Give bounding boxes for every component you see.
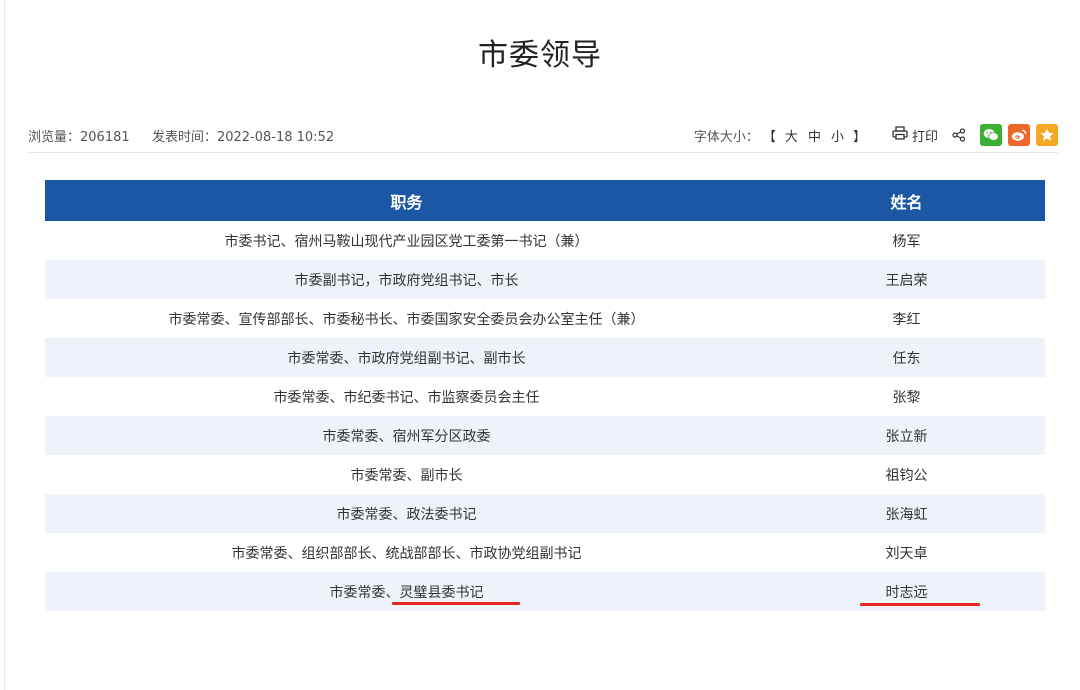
views-label: 浏览量：	[28, 130, 81, 145]
table-row: 市委书记、宿州马鞍山现代产业园区党工委第一书记（兼） 杨军	[45, 221, 1045, 260]
font-size-small[interactable]: 小	[831, 126, 844, 145]
article-tools: 字体大小： 【 大 中 小 】 打印	[694, 122, 1058, 148]
table-row: 市委常委、宣传部部长、市委秘书长、市委国家安全委员会办公室主任（兼） 李红	[45, 299, 1045, 338]
font-size-label: 字体大小：	[693, 129, 759, 145]
table-row: 市委常委、市纪委书记、市监察委员会主任 张黎	[45, 377, 1045, 416]
cell-position: 市委书记、宿州马鞍山现代产业园区党工委第一书记（兼）	[224, 233, 589, 250]
cell-name: 张海虹	[768, 494, 1045, 533]
cell-position: 市委常委、灵璧县委书记	[45, 572, 769, 611]
cell-name: 张立新	[768, 416, 1045, 455]
views-count: 206181	[80, 130, 130, 145]
cell-position: 市委常委、组织部部长、统战部部长、市政协党组副书记	[231, 545, 582, 562]
highlight-underline-position	[392, 602, 520, 605]
weibo-icon[interactable]	[1008, 124, 1030, 146]
cell-name: 祖钧公	[885, 467, 928, 484]
font-size-large[interactable]: 大	[785, 126, 798, 145]
cell-position: 市委常委、宣传部部长、市委秘书长、市委国家安全委员会办公室主任（兼）	[168, 311, 645, 328]
share-icon[interactable]	[952, 128, 966, 142]
cell-position: 市委常委、市政府党组副书记、副市长	[45, 338, 769, 377]
bracket-open: 【	[762, 129, 776, 145]
table-row: 市委常委、宿州军分区政委 张立新	[45, 416, 1045, 455]
cell-name: 刘天卓	[885, 545, 928, 562]
print-label: 打印	[911, 129, 938, 145]
cell-name: 李红	[892, 311, 921, 328]
wechat-icon[interactable]	[980, 124, 1002, 146]
font-size-control: 字体大小： 【 大 中 小 】	[694, 126, 870, 145]
table-row: 市委常委、副市长 祖钧公	[45, 455, 1045, 494]
font-size-medium[interactable]: 中	[808, 126, 821, 145]
article-meta-bar: 浏览量：206181 发表时间：2022-08-18 10:52 字体大小： 【…	[28, 122, 1058, 153]
page-border	[4, 0, 5, 690]
page-title: 市委领导	[478, 38, 602, 73]
table-row: 市委常委、市政府党组副书记、副市长 任东	[45, 338, 1045, 377]
bracket-close: 】	[852, 129, 866, 145]
cell-position: 市委常委、宿州军分区政委	[45, 416, 769, 455]
highlight-underline-name	[860, 603, 980, 606]
table-row: 市委副书记，市政府党组书记、市长 王启荣	[45, 260, 1045, 299]
table-row: 市委常委、组织部部长、统战部部长、市政协党组副书记 刘天卓	[45, 533, 1045, 572]
cell-name: 张黎	[892, 389, 921, 406]
printer-icon	[892, 126, 912, 144]
star-icon[interactable]	[1036, 124, 1058, 146]
cell-position: 市委常委、副市长	[350, 467, 463, 484]
header-position: 职务	[45, 180, 769, 221]
cell-position: 市委副书记，市政府党组书记、市长	[45, 260, 769, 299]
cell-name: 任东	[768, 338, 1045, 377]
table-row: 市委常委、政法委书记 张海虹	[45, 494, 1045, 533]
table-header-row: 职务 姓名	[45, 180, 1045, 221]
print-button[interactable]: 打印	[892, 126, 938, 145]
cell-position: 市委常委、市纪委书记、市监察委员会主任	[273, 389, 540, 406]
cell-name: 王启荣	[768, 260, 1045, 299]
article-meta-info: 浏览量：206181 发表时间：2022-08-18 10:52	[28, 126, 334, 145]
publish-time-label: 发表时间：	[151, 130, 217, 145]
cell-position: 市委常委、政法委书记	[45, 494, 769, 533]
leaders-table: 职务 姓名 市委书记、宿州马鞍山现代产业园区党工委第一书记（兼） 杨军 市委副书…	[45, 180, 1045, 611]
header-name: 姓名	[768, 180, 1045, 221]
publish-time: 2022-08-18 10:52	[216, 130, 335, 145]
cell-name: 杨军	[892, 233, 921, 250]
